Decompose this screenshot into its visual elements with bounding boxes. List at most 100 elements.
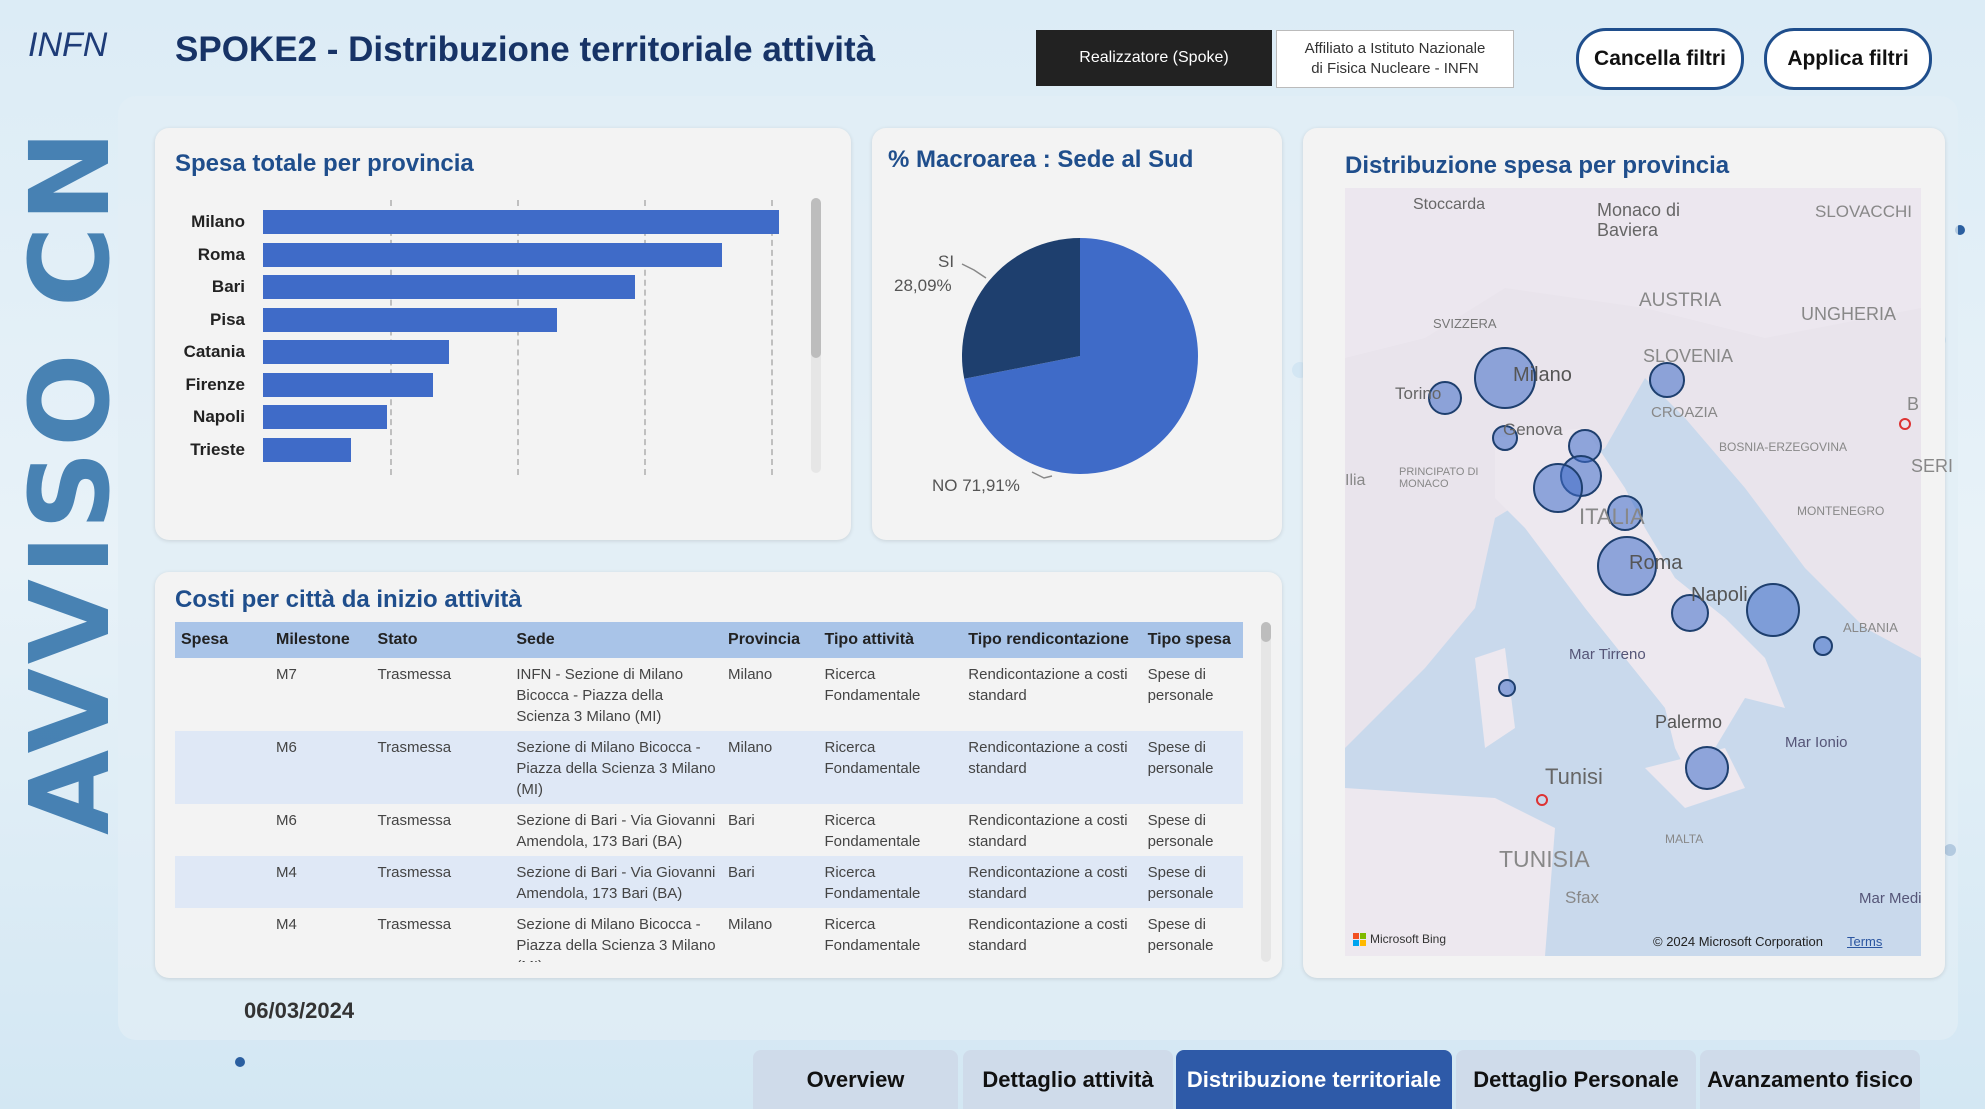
map-bubble-trieste[interactable] — [1649, 362, 1685, 398]
bar-milano[interactable] — [263, 210, 779, 234]
tab-overview[interactable]: Overview — [753, 1050, 958, 1109]
tab-dettaglio-personale[interactable]: Dettaglio Personale — [1456, 1050, 1696, 1109]
bar-chart: Milano Roma Bari Pisa Catania Firenze Napoli Tr… — [155, 128, 851, 540]
table-row[interactable]: M4 Trasmessa Sezione di Bari - Via Giovann… — [175, 856, 1243, 908]
table-row[interactable]: M6 Trasmessa Sezione di Milano Bicocca - P… — [175, 731, 1243, 804]
applica-filtri-button[interactable]: Applica filtri — [1764, 28, 1932, 90]
bar-catania[interactable] — [263, 340, 449, 364]
bar-roma[interactable] — [263, 242, 723, 267]
table-cell: Rendicontazione a costi standard — [962, 856, 1142, 908]
table-cell: Spese di personale — [1141, 731, 1243, 804]
column-header[interactable]: Tipo rendicontazione — [962, 622, 1142, 658]
data-table: Spesa Milestone Stato Sede Provincia Tipo att… — [175, 622, 1243, 962]
table-row[interactable]: M4 Trasmessa Sezione di Milano Bicocca - P… — [175, 908, 1243, 962]
pie-slice-si[interactable] — [962, 238, 1080, 379]
map-copyright: © 2024 Microsoft Corporation — [1653, 934, 1823, 949]
infn-logo: INFN — [28, 26, 108, 64]
table-scrollbar[interactable] — [1261, 622, 1271, 962]
table-cell: Trasmessa — [377, 916, 452, 933]
column-header[interactable]: Stato — [371, 622, 511, 658]
table-cell — [175, 804, 270, 856]
map-label-napoli: Napoli — [1691, 584, 1748, 606]
bar-bari[interactable] — [263, 275, 635, 299]
table-cell: Trasmessa — [377, 812, 452, 829]
map-label-sfax: Sfax — [1565, 888, 1600, 907]
column-header[interactable]: Milestone — [270, 622, 372, 658]
map-label-slovacchia: SLOVACCHI — [1815, 202, 1912, 221]
map-label-croazia: CROAZIA — [1651, 404, 1718, 421]
table-cell: Sezione di Milano Bicocca - Piazza della… — [510, 731, 723, 804]
map-label-genova: Genova — [1503, 420, 1563, 439]
table-header-row: Spesa Milestone Stato Sede Provincia Tipo att… — [175, 622, 1243, 658]
table-cell: Ricerca Fondamentale — [824, 666, 921, 704]
table-cell: Rendicontazione a costi standard — [962, 731, 1142, 804]
map-label-austria: AUSTRIA — [1639, 290, 1722, 311]
map-title: Distribuzione spesa per provincia — [1345, 152, 1730, 179]
pie-label-si-value: 28,09% — [894, 276, 952, 295]
table-viewport[interactable]: Spesa Milestone Stato Sede Provincia Tipo att… — [175, 622, 1243, 962]
map-label-slovenia: SLOVENIA — [1643, 346, 1734, 366]
map-label-ungheria: UNGHERIA — [1801, 304, 1897, 324]
map-label-torino: Torino — [1395, 384, 1442, 403]
table-title: Costi per città da inizio attività — [175, 586, 522, 613]
bar-label: Bari — [211, 277, 245, 296]
column-header[interactable]: Provincia — [722, 622, 819, 658]
bar-pisa[interactable] — [263, 307, 558, 332]
bar-napoli[interactable] — [263, 405, 387, 429]
bar-firenze[interactable] — [263, 372, 434, 397]
map-label-roma: Roma — [1629, 552, 1683, 574]
table-cell — [175, 658, 270, 731]
map-label-palermo: Palermo — [1655, 712, 1723, 732]
column-header[interactable]: Tipo spesa — [1141, 622, 1243, 658]
column-header[interactable]: Tipo attività — [818, 622, 963, 658]
tab-distribuzione-territoriale[interactable]: Distribuzione territoriale — [1176, 1050, 1452, 1109]
map-label-tunisi: Tunisi — [1545, 764, 1603, 789]
column-header[interactable]: Sede — [510, 622, 723, 658]
table-cell: Spese di personale — [1147, 812, 1214, 850]
bing-label: Microsoft Bing — [1370, 932, 1447, 946]
table-cell: INFN - Sezione di Milano Bicocca - Piazz… — [516, 666, 684, 725]
table-cell: M7 — [276, 666, 297, 683]
affiliato-line2: di Fisica Nucleare - INFN — [1311, 60, 1479, 77]
map-label-albania: ALBANIA — [1843, 620, 1898, 635]
scrollbar-thumb[interactable] — [811, 198, 821, 358]
tab-avanzamento-fisico[interactable]: Avanzamento fisico — [1700, 1050, 1920, 1109]
table-row[interactable]: M6 Trasmessa Sezione di Bari - Via Giovann… — [175, 804, 1243, 856]
column-header[interactable]: Spesa — [175, 622, 270, 658]
table-cell: Ricerca Fondamentale — [818, 731, 963, 804]
table-row[interactable]: M7 Trasmessa INFN - Sezione di Milano Bico… — [175, 658, 1243, 731]
bar-label: Milano — [191, 212, 245, 231]
table-cell: Spese di personale — [1147, 916, 1214, 954]
page-title: SPOKE2 - Distribuzione territoriale atti… — [175, 30, 876, 69]
map-bubble-cagliari[interactable] — [1498, 679, 1516, 697]
bar-label: Trieste — [190, 439, 245, 459]
bar-trieste[interactable] — [263, 437, 351, 462]
table-cell: Milano — [722, 731, 819, 804]
table-cell: M4 — [276, 916, 297, 933]
bar-label: Firenze — [185, 374, 245, 394]
realizzatore-filter[interactable]: Realizzatore (Spoke) — [1036, 30, 1272, 86]
bar-gridline — [771, 200, 774, 475]
bing-logo: Microsoft Bing — [1353, 932, 1446, 946]
map-bubble-catania[interactable] — [1685, 746, 1729, 790]
table-cell — [175, 856, 270, 908]
table-cell: Spese di personale — [1147, 666, 1214, 704]
map-card: Distribuzione spesa per provincia Stocca… — [1303, 128, 1953, 978]
map-label-b: B — [1907, 394, 1920, 414]
map-label-mar-ionio: Mar Ionio — [1785, 734, 1848, 751]
map-terms-link[interactable]: Terms — [1847, 934, 1882, 949]
cancella-filtri-button[interactable]: Cancella filtri — [1576, 28, 1744, 90]
table-cell: Bari — [728, 812, 755, 829]
map-label-monaco: Monaco di Baviera — [1597, 200, 1681, 240]
map-label-svizzera: SVIZZERA — [1433, 316, 1497, 331]
table-cell: Trasmessa — [371, 731, 511, 804]
tab-dettaglio-attivita[interactable]: Dettaglio attività — [963, 1050, 1173, 1109]
map-bubble-bari[interactable] — [1746, 583, 1800, 637]
map-bubble-pisa[interactable] — [1533, 463, 1583, 513]
table-scrollbar-thumb[interactable] — [1261, 622, 1271, 642]
map-label-serbia: SERI — [1911, 456, 1954, 476]
affiliato-filter[interactable]: Affiliato a Istituto Nazionale di Fisica… — [1276, 30, 1514, 88]
map-bubble-lecce[interactable] — [1813, 636, 1833, 656]
bar-chart-scrollbar[interactable] — [811, 198, 821, 473]
table-cell: M6 — [270, 731, 372, 804]
